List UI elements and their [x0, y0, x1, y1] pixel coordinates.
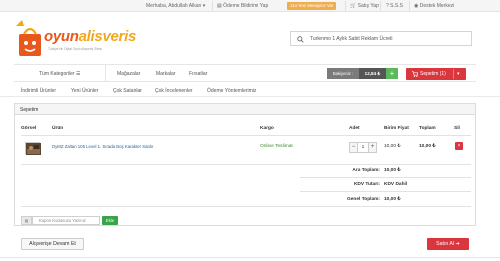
- divider: [300, 191, 471, 192]
- cart-panel-header: Sepetim: [15, 104, 475, 115]
- subnav-discounted[interactable]: İndirimli Ürünler: [21, 88, 56, 94]
- wallet-value: 12,84 ₺: [359, 68, 386, 79]
- quantity-field[interactable]: 1: [358, 142, 368, 153]
- coupon-input[interactable]: Kupon Kodunuzu Yazınız: [32, 216, 100, 225]
- product-thumbnail[interactable]: [25, 142, 41, 155]
- support-link[interactable]: ◉ Destek Merkezi: [414, 3, 454, 9]
- faq-link[interactable]: ? S.S.S: [386, 3, 403, 9]
- increase-qty-button[interactable]: +: [368, 142, 377, 153]
- subtotal-value: 10,00 ₺: [384, 168, 401, 173]
- unit-price: 10,00 ₺: [384, 144, 401, 149]
- delete-item-button[interactable]: ×: [455, 142, 463, 150]
- column-header-delete: Sil: [454, 126, 460, 131]
- cart-icon: [412, 71, 418, 77]
- cart-title: Sepetim: [20, 107, 39, 113]
- site-logo[interactable]: oyunalisveris Türkiye'nin Dijital Oyun A…: [14, 18, 136, 60]
- payment-notify-link[interactable]: ▤ Ödeme Bildirimi Yap: [217, 3, 268, 9]
- subnav-payment-methods[interactable]: Ödeme Yöntemlerimiz: [207, 88, 256, 94]
- cart-button[interactable]: Sepetim (1) ▾: [406, 68, 466, 80]
- cart-icon: 🛒: [350, 3, 358, 9]
- checkout-button[interactable]: Satın Al ➜: [427, 238, 469, 250]
- divider: [300, 177, 471, 178]
- cart-label: Sepetim (1): [420, 71, 446, 77]
- search-input[interactable]: Turlenmo 1 Aylık Sabit Reklam Ücreti: [290, 31, 472, 46]
- nav-brands[interactable]: Markalar: [156, 71, 175, 77]
- divider: [21, 164, 471, 165]
- column-header-product: Ürün: [52, 126, 64, 131]
- ticket-icon: ▤: [21, 216, 32, 225]
- divider: [380, 1, 381, 11]
- top-bar: Merhaba, Abdullah Alkan ▾ ▤ Ödeme Bildir…: [0, 0, 500, 12]
- logo-part-2: alisveris: [78, 28, 137, 45]
- divider: [105, 65, 106, 82]
- logo-tagline: Türkiye'nin Dijital Oyun Alışveriş Sites…: [48, 47, 102, 51]
- sell-label: Satış Yap: [357, 3, 379, 9]
- logo-part-1: oyun: [44, 28, 79, 45]
- column-header-unit-price: Birim Fiyat: [384, 126, 409, 131]
- continue-shopping-button[interactable]: Alışverişe Devam Et: [21, 238, 84, 250]
- divider: [409, 1, 410, 11]
- column-header-qty: Adet: [349, 126, 360, 131]
- subnav-most-viewed[interactable]: Çok İncelenenler: [155, 88, 193, 94]
- product-link[interactable]: DyMZ Zaltan 105 Level 1. Sırada Boş Kara…: [52, 144, 154, 149]
- chevron-down-icon[interactable]: ▾: [457, 71, 460, 77]
- apply-coupon-button[interactable]: Ekle: [102, 216, 118, 225]
- faq-label: S.S.S: [390, 3, 403, 9]
- search-icon[interactable]: [297, 36, 304, 43]
- user-menu[interactable]: Merhaba, Abdullah Alkan ▾: [146, 3, 205, 9]
- nav-opportunities[interactable]: Fırsatlar: [189, 71, 207, 77]
- shipping-method: Online Teslimat: [260, 144, 293, 149]
- divider: [345, 1, 346, 11]
- sub-nav: İndirimli Ürünler Yeni Ürünler Çok Satan…: [0, 85, 500, 97]
- grand-total-value: 10,00 ₺: [384, 197, 401, 202]
- column-header-shipping: Kargo: [260, 126, 274, 131]
- subtotal-label: Ara Toplam:: [352, 168, 380, 173]
- sell-link[interactable]: 🛒 Satış Yap: [350, 3, 379, 9]
- coupon-placeholder: Kupon Kodunuzu Yazınız: [39, 218, 86, 223]
- subnav-bestsellers[interactable]: Çok Satanlar: [113, 88, 142, 94]
- column-header-total: Toplam: [419, 126, 436, 131]
- support-label: Destek Merkezi: [419, 3, 455, 9]
- divider: [212, 1, 213, 11]
- divider: [21, 135, 471, 136]
- add-balance-button[interactable]: +: [386, 68, 398, 79]
- tax-value: KDV Dahil: [384, 182, 408, 187]
- wallet-label: Bakiyeniz :: [327, 68, 359, 79]
- column-header-image: Görsel: [21, 126, 37, 131]
- nav-stores[interactable]: Mağazalar: [117, 71, 140, 77]
- nav-all-categories[interactable]: Tüm Kategoriler ☰: [39, 71, 80, 77]
- logo-text: oyunalisveris: [44, 28, 136, 45]
- payment-notify-label: Ödeme Bildirimi Yap: [223, 3, 269, 9]
- shopping-bag-icon: [16, 20, 41, 56]
- divider: [453, 69, 454, 79]
- grand-total-label: Genel Toplam:: [347, 197, 380, 202]
- product-image: [26, 143, 41, 155]
- search-value: Turlenmo 1 Aylık Sabit Reklam Ücreti: [310, 36, 393, 42]
- tax-label: KDV Tutarı:: [353, 182, 380, 187]
- row-total: 10,00 ₺: [419, 144, 436, 149]
- divider: [0, 257, 500, 258]
- messages-badge[interactable]: 114 Yeni Mesajınız Var: [287, 2, 337, 10]
- divider: [21, 206, 471, 207]
- decrease-qty-button[interactable]: −: [349, 142, 358, 153]
- subnav-new[interactable]: Yeni Ürünler: [71, 88, 98, 94]
